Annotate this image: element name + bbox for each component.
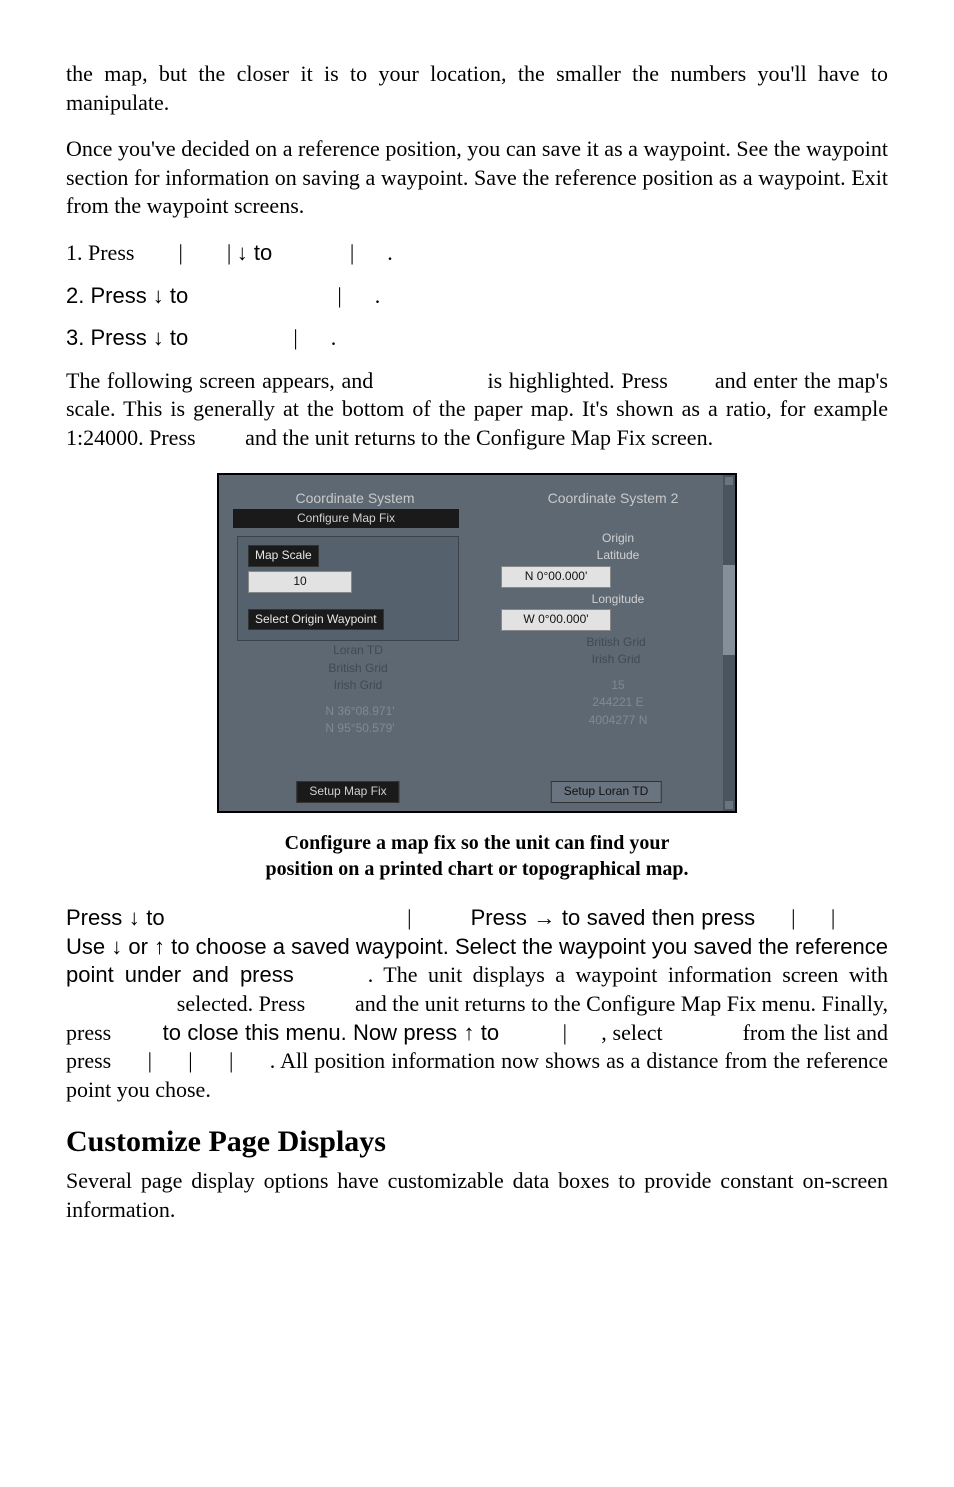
step1-b: ↓ to: [237, 240, 279, 265]
body-paragraph-4: Press ↓ to | Press → to saved then press…: [66, 904, 888, 1104]
ghost-r-n: 4004277 N: [501, 713, 735, 729]
setup-loran-td-button[interactable]: Setup Loran TD: [551, 781, 662, 803]
fig-col1-subheader: Configure Map Fix: [233, 509, 459, 529]
ghost-r-british: British Grid: [497, 635, 735, 651]
p4e: selected. Press: [177, 991, 311, 1016]
pipe: |: [178, 240, 182, 265]
ghost-r-irish: Irish Grid: [497, 652, 735, 668]
ghost-british-grid: British Grid: [239, 661, 477, 677]
ghost-r-15: 15: [501, 678, 735, 694]
pipe: |: [229, 1048, 233, 1073]
longitude-field[interactable]: W 0°00.000': [501, 609, 611, 631]
p4d: . The unit displays a waypoint informati…: [368, 962, 888, 987]
p4h: , select: [601, 1020, 668, 1045]
pipe: |: [563, 1020, 567, 1045]
pipe: |: [188, 1048, 192, 1073]
caption-line-1: Configure a map fix so the unit can find…: [285, 832, 670, 854]
pipe: |: [831, 905, 835, 930]
period: .: [387, 240, 393, 265]
fig-col2-header: Coordinate System 2: [491, 489, 735, 507]
select-origin-waypoint-label[interactable]: Select Origin Waypoint: [248, 609, 384, 631]
map-scale-label[interactable]: Map Scale: [248, 545, 319, 567]
pipe: |: [148, 1048, 152, 1073]
step-1: 1. Press | | ↓ to | .: [66, 239, 888, 268]
period: .: [375, 283, 381, 308]
ghost-loran-td: Loran TD: [239, 643, 477, 659]
figure-right-panel: Coordinate System 2 Origin Latitude N 0°…: [477, 475, 735, 811]
step-3: 3. Press ↓ to | .: [66, 324, 888, 353]
step3-a: 3. Press ↓ to: [66, 325, 194, 350]
figure-caption: Configure a map fix so the unit can find…: [66, 830, 888, 882]
ghost-coord-1: N 36°08.971': [243, 704, 477, 720]
pipe: |: [350, 240, 354, 265]
body-paragraph-3: The following screen appears, and is hig…: [66, 367, 888, 453]
step-2: 2. Press ↓ to | .: [66, 282, 888, 311]
p3a: The following screen appears, and: [66, 368, 380, 393]
step2-a: 2. Press ↓ to: [66, 283, 194, 308]
pipe: |: [227, 240, 231, 265]
figure-left-panel: Coordinate System Configure Map Fix Map …: [219, 475, 477, 811]
ghost-coord-2: N 95°50.579': [243, 721, 477, 737]
fig-col1-header: Coordinate System: [233, 489, 477, 507]
body-paragraph-1: the map, but the closer it is to your lo…: [66, 60, 888, 117]
figure-container: Coordinate System Configure Map Fix Map …: [66, 473, 888, 821]
p3b: is highlighted. Press: [488, 368, 675, 393]
ghost-r-e: 244221 E: [501, 695, 735, 711]
pipe: |: [337, 283, 341, 308]
caption-line-2: position on a printed chart or topograph…: [266, 858, 689, 880]
period: .: [331, 325, 337, 350]
map-scale-input[interactable]: 10: [248, 571, 352, 593]
pipe: |: [407, 905, 411, 930]
step1-a: 1. Press: [66, 240, 140, 265]
pipe: |: [293, 325, 297, 350]
p4a: Press ↓ to: [66, 905, 171, 930]
pipe: |: [791, 905, 795, 930]
body-paragraph-5: Several page display options have custom…: [66, 1167, 888, 1224]
latitude-label: Latitude: [501, 548, 735, 564]
configure-map-fix-screenshot: Coordinate System Configure Map Fix Map …: [217, 473, 737, 813]
scrollbar-thumb[interactable]: [723, 565, 735, 655]
latitude-field[interactable]: N 0°00.000': [501, 566, 611, 588]
section-heading-customize: Customize Page Displays: [66, 1122, 888, 1161]
setup-map-fix-button[interactable]: Setup Map Fix: [296, 781, 399, 803]
body-paragraph-2: Once you've decided on a reference posit…: [66, 135, 888, 221]
ghost-irish-grid: Irish Grid: [239, 678, 477, 694]
origin-label: Origin: [501, 531, 735, 547]
p3d: and the unit returns to the Configure Ma…: [245, 425, 713, 450]
p4b: Press → to saved then press: [471, 905, 762, 930]
fig-left-section: Map Scale 10 Select Origin Waypoint: [237, 536, 459, 641]
scrollbar[interactable]: [723, 475, 735, 811]
longitude-label: Longitude: [501, 592, 735, 608]
p4g: to close this menu. Now press ↑ to: [163, 1020, 506, 1045]
